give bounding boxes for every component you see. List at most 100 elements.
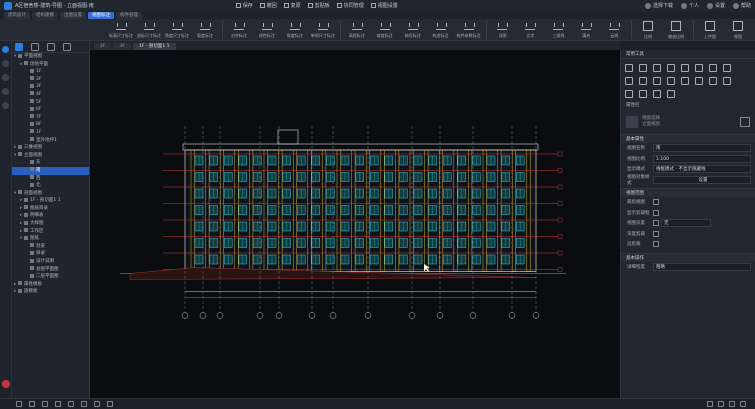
ribbon-elevation-tag-button[interactable]: 高程标注 <box>346 19 368 39</box>
tree-item[interactable]: 目录 <box>12 250 89 258</box>
lock-icon[interactable] <box>729 401 735 407</box>
ribbon-fill-button[interactable]: 填充 <box>575 19 597 39</box>
property-input[interactable]: 南 <box>653 144 751 153</box>
pin-icon[interactable] <box>681 77 689 85</box>
tree-item[interactable]: ▸ 1F - 剖切面1 1 <box>12 197 89 205</box>
undo-button[interactable]: 撤回 <box>259 2 277 9</box>
extend-icon[interactable] <box>653 77 661 85</box>
settings-button[interactable]: 设置 <box>706 2 725 9</box>
tab-building-design[interactable]: 建筑设计 <box>4 11 30 19</box>
tree-item[interactable]: 4F <box>12 91 89 99</box>
ribbon-construct-tag-button[interactable]: 构造标注 <box>430 19 452 39</box>
visibility-icon[interactable] <box>68 401 74 407</box>
tree-item[interactable]: 设计说明 <box>12 258 89 266</box>
expand-icon[interactable] <box>63 42 71 51</box>
property-select[interactable]: 1:100 <box>653 154 751 163</box>
tree-item[interactable]: 7F <box>12 114 89 122</box>
property-select[interactable]: 线框模式 - 不显示隐藏线 <box>653 165 751 174</box>
tab-annotation[interactable]: 视图标注 <box>88 11 114 19</box>
filter-icon[interactable] <box>31 42 39 51</box>
property-checkbox[interactable] <box>653 199 659 206</box>
library-icon[interactable] <box>2 74 9 81</box>
ribbon-text-button[interactable]: 文字 <box>519 19 541 39</box>
scale-icon[interactable] <box>723 64 731 72</box>
tree-item[interactable]: 5F <box>12 99 89 107</box>
doc-tab-2f[interactable]: 2F <box>94 43 112 50</box>
ribbon-axis-tag-button[interactable]: 轴号标注 <box>402 19 424 39</box>
tree-item[interactable]: 东 <box>12 159 89 167</box>
property-section-header[interactable]: 基本操作 <box>621 252 755 262</box>
tree-item[interactable]: ▸ 场地平面 <box>12 61 89 69</box>
offset-icon[interactable] <box>709 64 717 72</box>
notification-icon[interactable] <box>2 380 10 388</box>
ribbon-slope-tag-button[interactable]: 坡度标注 <box>374 19 396 39</box>
group-icon[interactable] <box>709 77 717 85</box>
doc-tab-3f[interactable]: 3F <box>113 43 131 50</box>
property-section-header[interactable]: 基本属性 <box>621 134 755 143</box>
tab-components[interactable]: 构件管理 <box>116 11 142 19</box>
tree-item[interactable]: ▸ 族模板 <box>12 288 89 296</box>
align-icon[interactable] <box>695 64 703 72</box>
type-selector[interactable]: 视图选择 立面视图 <box>626 113 750 131</box>
model-icon[interactable] <box>2 88 9 95</box>
fit-icon[interactable] <box>55 401 61 407</box>
zoom-icon[interactable] <box>42 401 48 407</box>
pan-icon[interactable] <box>29 401 35 407</box>
unpin-icon[interactable] <box>695 77 703 85</box>
ribbon-arc-dim-button[interactable]: 弧度标注 <box>194 19 216 39</box>
tree-item[interactable]: ▸ 图纸目录 <box>12 205 89 213</box>
array-icon[interactable] <box>681 64 689 72</box>
tree-item[interactable]: 封皮 <box>12 243 89 251</box>
ribbon-zoom-scale-button[interactable]: 缩放比例 <box>665 19 687 40</box>
filter-icon[interactable] <box>707 401 713 407</box>
property-select[interactable]: 无 <box>661 219 711 228</box>
edit-type-icon[interactable] <box>740 117 750 127</box>
ribbon-cloud-button[interactable]: 云线 <box>603 19 625 39</box>
delete-icon[interactable] <box>625 90 633 98</box>
ribbon-3dline-button[interactable]: 三维线 <box>547 19 569 39</box>
tree-item[interactable]: 6F <box>12 106 89 114</box>
tree-item[interactable]: 1F <box>12 129 89 137</box>
join-icon[interactable] <box>667 77 675 85</box>
split-icon[interactable] <box>639 77 647 85</box>
tree-item[interactable]: 南 <box>12 166 89 175</box>
match-icon[interactable] <box>667 90 675 98</box>
trim-icon[interactable] <box>625 77 633 85</box>
ribbon-single-dim-button[interactable]: 单侧尺寸标注 <box>311 19 335 39</box>
help-button[interactable]: 帮助 <box>732 2 751 9</box>
mirror-icon[interactable] <box>667 64 675 72</box>
doc-tab-section[interactable]: 1F - 剖切面1 1 <box>132 43 176 50</box>
user-button[interactable]: 个人 <box>680 2 699 9</box>
ribbon-elevation-dim-button[interactable]: 标高尺寸标注 <box>109 19 133 39</box>
tree-item[interactable]: 2F <box>12 76 89 84</box>
tree-item[interactable]: 总图平面图 <box>12 266 89 274</box>
drawing-canvas[interactable] <box>90 50 620 398</box>
ribbon-angle-dim-button[interactable]: 角度尺寸标注 <box>165 19 189 39</box>
move-icon[interactable] <box>625 64 633 72</box>
rotate-icon[interactable] <box>653 64 661 72</box>
tree-item[interactable]: ▸ 明细表 <box>12 212 89 220</box>
cloud-icon[interactable] <box>107 401 113 407</box>
tree-item[interactable]: ▸ 大样图 <box>12 220 89 228</box>
property-checkbox[interactable] <box>653 241 659 248</box>
tree-item[interactable]: ▾ 剖面视图 <box>12 190 89 198</box>
ribbon-angle-anno-button[interactable]: 角度标注 <box>284 19 306 39</box>
ribbon-upload-button[interactable]: 上传图 <box>699 19 721 40</box>
tab-output[interactable]: 出图设置 <box>60 11 86 19</box>
layer-icon[interactable] <box>718 401 724 407</box>
hide-icon[interactable] <box>639 90 647 98</box>
ribbon-view-button[interactable]: 视图 <box>727 19 749 40</box>
save-button[interactable]: 保存 <box>235 2 253 9</box>
layers-icon[interactable] <box>2 60 9 67</box>
tree-item[interactable]: 北 <box>12 182 89 190</box>
copy-icon[interactable] <box>639 64 647 72</box>
ungroup-icon[interactable] <box>723 77 731 85</box>
select-icon[interactable] <box>16 401 22 407</box>
info-icon[interactable] <box>2 102 9 109</box>
tree-item[interactable]: ▾ 平面视图 <box>12 53 89 61</box>
tree-item[interactable]: 3F <box>12 83 89 91</box>
ribbon-detail-button[interactable]: 详图 <box>492 19 514 39</box>
property-section-header[interactable]: 视图范围 <box>621 188 755 197</box>
snap-icon[interactable] <box>81 401 87 407</box>
isolate-icon[interactable] <box>653 90 661 98</box>
